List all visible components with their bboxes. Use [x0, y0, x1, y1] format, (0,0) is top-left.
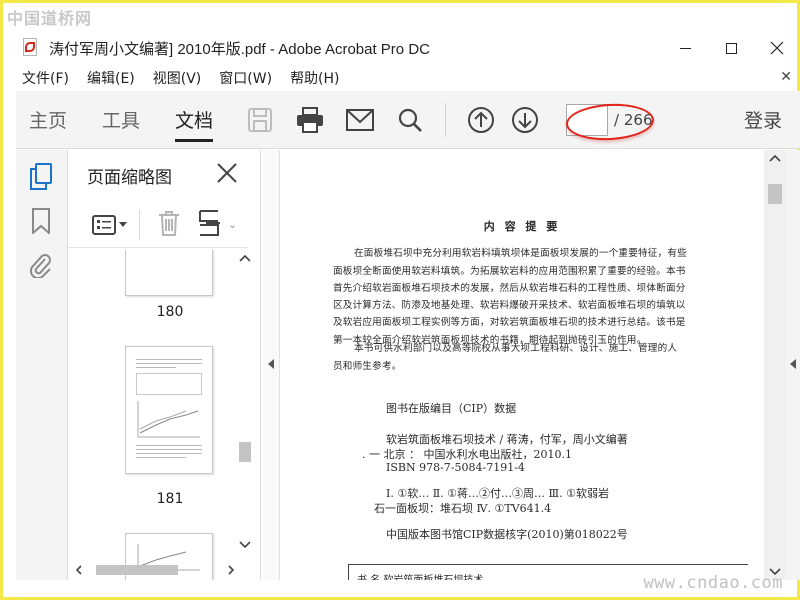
summary-line: 及软岩应用面板坝工程实例等方面，对软岩筑面板堆石坝的技术进行总结。该书是: [333, 317, 686, 328]
arrow-up-circle-icon: [468, 106, 495, 133]
delete-page-button[interactable]: [158, 210, 180, 240]
menu-help[interactable]: 帮助(H): [290, 68, 339, 88]
scrollbar-thumb[interactable]: [239, 442, 251, 462]
scroll-left-arrow-icon[interactable]: [74, 564, 84, 576]
print-button[interactable]: [291, 101, 329, 139]
panel-toolbar-divider: [139, 209, 140, 240]
attachments-toggle[interactable]: [28, 252, 54, 278]
login-link[interactable]: 登录: [744, 106, 782, 133]
cip-line: 中国版本图书馆CIP数据核字(2010)第018022号: [386, 528, 628, 541]
summary-line: 在面板堆石坝中充分利用软岩料填筑坝体是面板坝发展的一个重要特征，有些: [354, 248, 687, 259]
page-thumbnails-toggle[interactable]: [28, 163, 54, 190]
scroll-right-arrow-icon[interactable]: [226, 564, 236, 576]
thumbnail-list: 180 181: [68, 250, 261, 580]
window-controls: [662, 31, 800, 65]
save-button[interactable]: [241, 101, 279, 139]
close-icon: [770, 41, 784, 55]
printer-icon: [297, 106, 324, 133]
cip-line: Ⅰ. ①软… Ⅱ. ①蒋…②付…③周… Ⅲ. ①软弱岩: [386, 487, 609, 500]
collapse-panel-arrow-icon[interactable]: [267, 358, 275, 370]
thumbnail-page-181[interactable]: [125, 346, 213, 474]
email-button[interactable]: [341, 101, 379, 139]
acrobat-pdf-icon: [23, 38, 39, 58]
watermark-bottom: www.cndao.com: [643, 573, 783, 593]
thumbnail-options-button[interactable]: [92, 214, 127, 235]
expand-right-panel-arrow-icon[interactable]: [789, 358, 797, 370]
bookmark-icon: [32, 208, 50, 234]
extract-pages-icon: [199, 209, 220, 236]
menu-edit[interactable]: 编辑(E): [87, 68, 135, 88]
page-thumbnails-panel: 页面缩略图 ⌄ 180 181: [68, 150, 261, 580]
close-icon: [217, 163, 237, 183]
previous-page-button[interactable]: [462, 101, 500, 139]
screenshot-frame: 中国道桥网 涛付军周小文编著] 2010年版.pdf - Adobe Acrob…: [0, 0, 800, 600]
extract-pages-button[interactable]: [198, 209, 222, 241]
bookmarks-toggle[interactable]: [28, 208, 54, 234]
trash-icon: [159, 210, 179, 236]
book-name-row: 书 名 软岩筑面板堆石坝技术: [357, 571, 483, 580]
cip-line: ISBN 978-7-5084-7191-4: [386, 461, 525, 474]
summary-line: 区及计算方法、防渗及地基处理、软岩料爆破开采技术、软岩面板堆石坝的填筑以: [333, 300, 686, 311]
summary-heading: 内 容 提 要: [483, 220, 561, 233]
document-view[interactable]: 内 容 提 要 在面板堆石坝中充分利用软岩料填筑坝体是面板坝发展的一个重要特征，…: [280, 150, 764, 580]
horizontal-scrollbar-thumb[interactable]: [96, 565, 178, 575]
maximize-button[interactable]: [708, 31, 754, 65]
tab-home[interactable]: 主页: [29, 91, 67, 149]
panel-title: 页面缩略图: [87, 167, 172, 188]
search-icon: [398, 108, 422, 132]
thumbnail-page-180[interactable]: [125, 250, 213, 296]
cip-title: 图书在版编目（CIP）数据: [386, 402, 517, 415]
tab-tools[interactable]: 工具: [102, 91, 140, 149]
menu-file[interactable]: 文件(F): [22, 68, 69, 88]
title-bar: 涛付军周小文编著] 2010年版.pdf - Adobe Acrobat Pro…: [6, 31, 800, 65]
scroll-down-arrow-icon[interactable]: [236, 538, 254, 552]
cip-line: . 一 北京 ： 中国水利水电出版社，2010.1: [362, 448, 572, 461]
panel-toolbar: ⌄: [68, 202, 248, 248]
summary-line: 本书可供水利部门以及高等院校从事大坝工程科研、设计、施工、管理的人: [354, 343, 678, 354]
envelope-icon: [346, 108, 375, 131]
document-vertical-scrollbar[interactable]: [764, 150, 786, 580]
cip-line: 软岩筑面板堆石坝技术 / 蒋涛，付军，周小文编著: [386, 433, 628, 446]
minimize-button[interactable]: [662, 31, 708, 65]
right-panel-toggle[interactable]: [786, 150, 800, 580]
minimize-icon: [679, 47, 691, 49]
page-thumbnails-icon: [30, 163, 52, 190]
menu-view[interactable]: 视图(V): [153, 68, 202, 88]
scroll-up-arrow-icon[interactable]: [236, 251, 254, 265]
list-options-icon: [92, 214, 116, 235]
window-title: 涛付军周小文编著] 2010年版.pdf - Adobe Acrobat Pro…: [49, 40, 430, 58]
watermark-top: 中国道桥网: [7, 9, 93, 28]
panel-close-button[interactable]: [216, 162, 240, 186]
close-document-icon[interactable]: ✕: [780, 69, 792, 85]
cip-line: 石一面板坝：堆石坝 Ⅳ. ①TV641.4: [374, 502, 552, 515]
menu-bar: 文件(F) 编辑(E) 视图(V) 窗口(W) 帮助(H) ✕: [6, 65, 800, 91]
summary-line: 首先介绍软岩面板堆石坝技术的发展，然后从软岩堆石料的工程性质、坝体断面分: [333, 283, 686, 294]
close-window-button[interactable]: [754, 31, 800, 65]
summary-line: 员和师生参考。: [333, 361, 402, 372]
thumbnail-page-number: 180: [156, 304, 184, 320]
paperclip-icon: [29, 254, 51, 278]
thumbnail-page-number: 181: [156, 491, 184, 507]
search-button[interactable]: [391, 101, 429, 139]
thumbnail-vertical-scrollbar[interactable]: [236, 250, 254, 560]
panel-splitter[interactable]: [262, 150, 280, 580]
arrow-down-circle-icon: [512, 106, 539, 133]
scrollbar-thumb[interactable]: [768, 184, 782, 204]
menu-window[interactable]: 窗口(W): [219, 68, 272, 88]
maximize-icon: [725, 42, 737, 54]
more-tools-indicator: ⌄: [228, 218, 238, 231]
thumbnail-figure: [137, 401, 200, 438]
document-page: 内 容 提 要 在面板堆石坝中充分利用软岩料填筑坝体是面板坝发展的一个重要特征，…: [280, 150, 764, 580]
left-navigation-rail: [16, 150, 68, 580]
tab-document[interactable]: 文档: [175, 91, 214, 149]
scroll-up-arrow-icon[interactable]: [769, 154, 781, 162]
toolbar-divider: [445, 102, 447, 137]
main-toolbar: 主页 工具 文档 / 266 登录: [16, 91, 800, 149]
chevron-down-icon: [119, 221, 127, 227]
save-icon: [248, 107, 273, 132]
next-page-button[interactable]: [506, 101, 544, 139]
summary-line: 面板坝全断面使用软岩料填筑。为拓展软岩料的应用范围积累了重要的经验。本书: [333, 266, 686, 277]
thumbnail-horizontal-scrollbar[interactable]: [68, 560, 243, 580]
